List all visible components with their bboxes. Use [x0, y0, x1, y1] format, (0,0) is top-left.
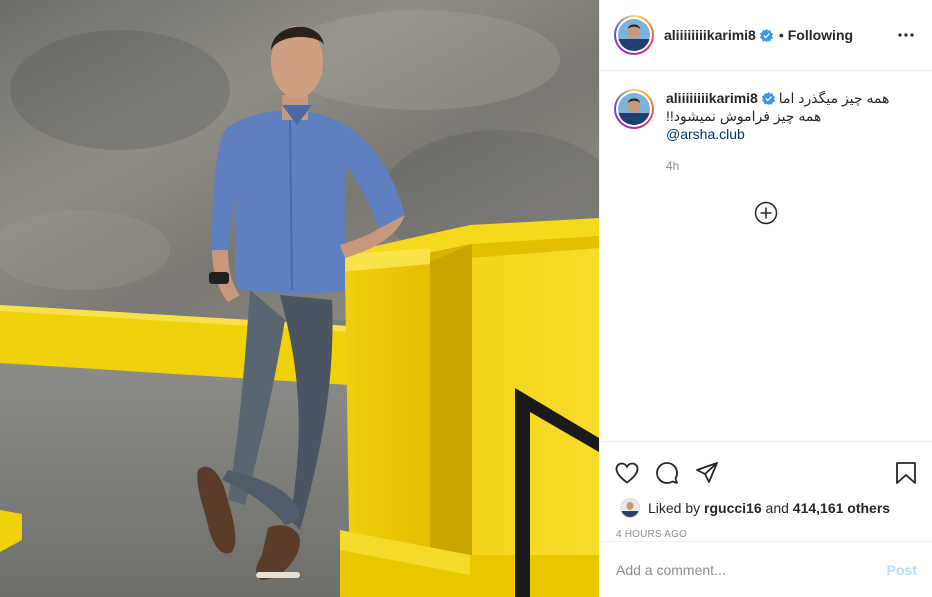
caption-text-line1: همه چیز میگذرد اما: [778, 90, 890, 106]
heart-icon[interactable]: [614, 460, 640, 486]
following-button[interactable]: Following: [788, 27, 853, 43]
avatar-image: [618, 19, 650, 51]
caption-avatar[interactable]: [614, 89, 654, 129]
action-buttons: [600, 442, 932, 492]
caption-text-line2: !!همه چیز فراموش نمیشود: [666, 108, 822, 124]
actions-section: Liked by rgucci16 and 414,161 others 4 H…: [600, 441, 932, 540]
post-details-panel: aliiiiiiiikarimi8 • Following aliiiiiiii…: [599, 0, 932, 597]
caption-username[interactable]: aliiiiiiiikarimi8: [666, 90, 758, 106]
post-caption: aliiiiiiiikarimi8 همه چیز میگذرد اما !!ه…: [600, 71, 932, 175]
post-comment-button[interactable]: Post: [887, 562, 917, 578]
verified-badge-icon: [761, 91, 775, 105]
paper-plane-icon[interactable]: [694, 460, 720, 486]
photo-illustration: [0, 0, 599, 597]
caption-body: aliiiiiiiikarimi8 همه چیز میگذرد اما !!ه…: [666, 89, 889, 175]
author-username[interactable]: aliiiiiiiikarimi8: [664, 27, 756, 43]
comment-form: Post: [600, 541, 932, 597]
avatar-image: [618, 93, 650, 125]
liker-avatar[interactable]: [620, 498, 640, 518]
likes-summary: Liked by rgucci16 and 414,161 others: [600, 492, 932, 518]
bookmark-icon[interactable]: [893, 460, 919, 486]
mention-link[interactable]: @arsha.club: [666, 125, 889, 143]
caption-age: 4h: [666, 159, 680, 173]
comment-input[interactable]: [616, 561, 887, 578]
author-avatar[interactable]: [614, 15, 654, 55]
liked-by-username[interactable]: rgucci16: [704, 500, 762, 516]
likes-prefix: Liked by: [648, 500, 701, 516]
comment-icon[interactable]: [654, 460, 680, 486]
likes-and: and: [765, 500, 789, 516]
post-timestamp[interactable]: 4 HOURS AGO: [600, 518, 932, 540]
likes-count[interactable]: 414,161 others: [793, 500, 890, 516]
more-options-icon[interactable]: [896, 25, 916, 45]
post-header: aliiiiiiiikarimi8 • Following: [600, 0, 932, 71]
instagram-post: aliiiiiiiikarimi8 • Following aliiiiiiii…: [0, 0, 932, 597]
post-photo[interactable]: [0, 0, 599, 597]
plus-circle-icon[interactable]: [754, 201, 778, 225]
verified-badge-icon: [759, 28, 773, 42]
separator-dot: •: [778, 27, 784, 43]
